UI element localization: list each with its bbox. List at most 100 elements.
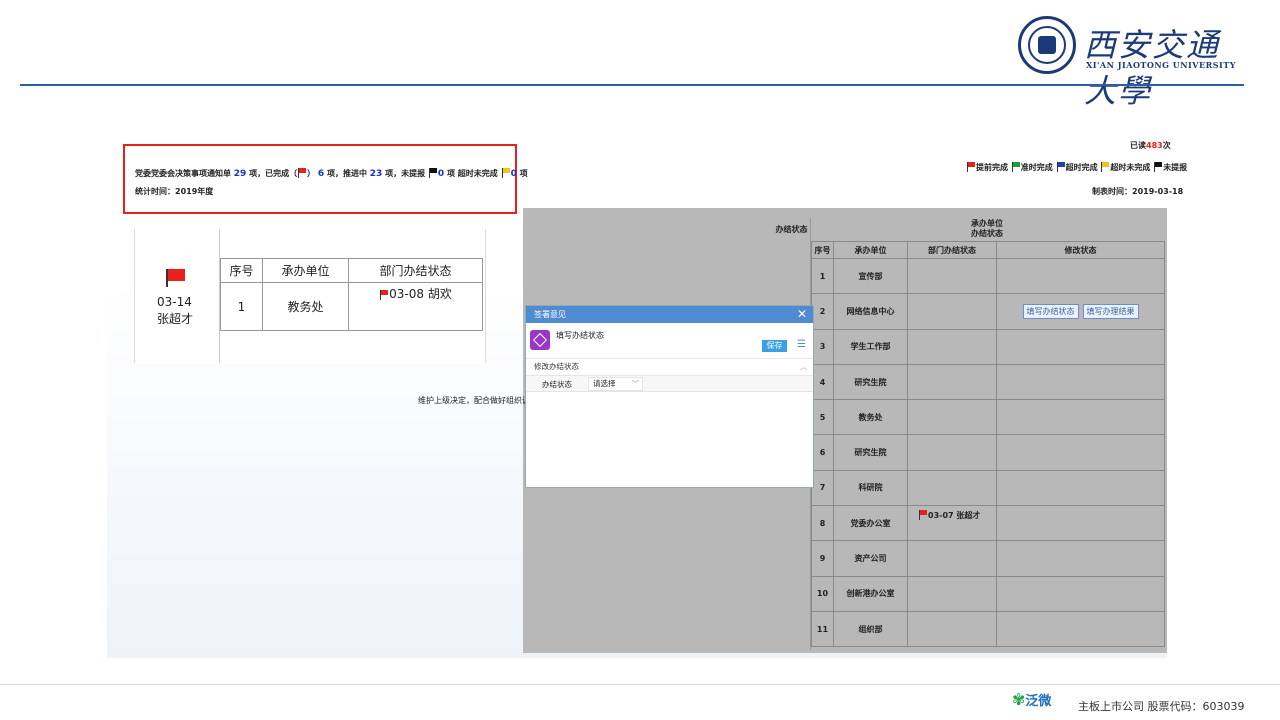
- save-button[interactable]: 保存: [762, 340, 787, 352]
- dialog-title-bar: 签署意见 ✕: [526, 306, 813, 323]
- select-value: 请选择: [593, 379, 616, 388]
- cell-unit: 组织部: [833, 610, 908, 648]
- cell-actions: [996, 575, 1165, 612]
- footer-divider: [0, 684, 1280, 685]
- cell-unit: 资产公司: [833, 540, 908, 577]
- red-flag-icon: [967, 162, 975, 172]
- cell-actions: [996, 434, 1165, 471]
- table-row: 1 教务处 03-08 胡欢: [220, 282, 483, 331]
- read-count: 已读483次: [1130, 140, 1171, 151]
- cell-status: [907, 399, 997, 436]
- cell-unit: 教务处: [833, 399, 908, 436]
- detail-date: 03-14: [157, 295, 192, 309]
- count-done[interactable]: 6: [318, 169, 324, 179]
- summary-text: ）: [307, 169, 316, 178]
- cell-actions: [996, 540, 1165, 577]
- count-unreported[interactable]: 0: [438, 169, 444, 179]
- cell-no: 10: [811, 575, 834, 612]
- cell-status: [907, 434, 997, 471]
- status-select[interactable]: 请选择 ﹀: [588, 377, 643, 391]
- cell-actions: [996, 505, 1165, 542]
- detail-table: 序号 承办单位 部门办结状态 1 教务处 03-08 胡欢: [220, 258, 483, 331]
- table-row: 2 网络信息中心 填写办结状态 填写办理结果: [811, 293, 1165, 330]
- flag-legend: 提前完成 准时完成 超时完成 超时未完成 未提报: [966, 162, 1187, 173]
- blue-flag-icon: [1056, 162, 1065, 172]
- cell-no: 8: [811, 505, 834, 542]
- footer-text: 主板上市公司 股票代码：603039: [1078, 700, 1245, 713]
- summary-text: 项: [519, 169, 528, 178]
- cell-status: 03-07 张超才: [907, 505, 997, 542]
- cell-unit: 学生工作部: [833, 328, 908, 365]
- cell-unit: 研究生院: [833, 363, 908, 401]
- detail-person: 张超才: [157, 312, 194, 326]
- column-header-state: 办结状态: [773, 218, 811, 240]
- column-header: 部门办结状态: [907, 241, 997, 259]
- column-header: 序号: [220, 258, 263, 283]
- red-flag-icon: [298, 168, 307, 178]
- header-divider: [20, 84, 1244, 86]
- cell-unit: 网络信息中心: [833, 293, 908, 330]
- summary-text: 项，推进中: [326, 169, 367, 178]
- legend-label: 未提报: [1163, 163, 1188, 172]
- list-icon[interactable]: ☰: [797, 339, 806, 350]
- fill-result-button[interactable]: 填写办理结果: [1082, 303, 1139, 319]
- column-header: 部门办结状态: [348, 258, 483, 283]
- cell-no: 1: [220, 282, 263, 331]
- cell-status: 03-08 胡欢: [348, 282, 483, 331]
- legend-label: 超时完成: [1065, 163, 1098, 172]
- cell-status: [907, 293, 997, 330]
- red-flag-icon: [165, 269, 187, 288]
- cell-no: 2: [811, 293, 834, 330]
- count-progress[interactable]: 23: [370, 169, 383, 179]
- form-section-header[interactable]: 修改办结状态 ︿: [526, 358, 813, 374]
- summary-text: 项 超时未完成: [446, 169, 498, 178]
- university-logo: 西安交通大學 XI'AN JIAOTONG UNIVERSITY: [1018, 14, 1248, 110]
- cell-no: 11: [811, 610, 834, 648]
- table-row: 8 党委办公室 03-07 张超才: [811, 505, 1165, 542]
- collapse-icon[interactable]: ︿: [800, 359, 807, 375]
- table-row: 1 宣传部: [811, 257, 1165, 295]
- form-title: 填写办结状态: [556, 331, 604, 340]
- cell-actions: [996, 469, 1165, 507]
- cell-unit: 科研院: [833, 469, 908, 507]
- made-date: 制表时间：2019-03-18: [1092, 187, 1184, 196]
- cell-no: 5: [811, 399, 834, 436]
- green-flag-icon: [1011, 162, 1020, 172]
- column-header: 修改状态: [996, 241, 1165, 259]
- legend-label: 超时未完成: [1110, 163, 1151, 172]
- header-line: 办结状态: [971, 229, 1003, 238]
- table-row: 6 研究生院: [811, 434, 1165, 471]
- red-flag-icon: [919, 510, 927, 521]
- cell-status: [907, 363, 997, 401]
- fill-status-button[interactable]: 填写办结状态: [1022, 303, 1079, 319]
- cell-actions: [996, 257, 1165, 295]
- cell-status: [907, 328, 997, 365]
- cell-no: 1: [811, 257, 834, 295]
- right-table-top-header: 承办单位 办结状态: [811, 216, 1163, 241]
- university-seal-icon: [1018, 16, 1076, 74]
- status-text: 03-07 张超才: [928, 511, 981, 521]
- cell-unit: 宣传部: [833, 257, 908, 295]
- cell-actions: [996, 363, 1165, 401]
- black-flag-icon: [428, 168, 437, 178]
- cell-status: [907, 257, 997, 295]
- table-row: 5 教务处: [811, 399, 1165, 436]
- table-row: 11 组织部: [811, 610, 1165, 648]
- status-text: 03-08 胡欢: [389, 287, 452, 301]
- form-row: 办结状态 请选择 ﹀: [526, 375, 813, 392]
- cell-actions: 填写办结状态 填写办理结果: [996, 293, 1165, 330]
- count-overdue[interactable]: 0: [511, 169, 517, 179]
- close-icon[interactable]: ✕: [797, 306, 807, 323]
- cell-status: [907, 540, 997, 577]
- brand-name: 泛微: [1025, 694, 1052, 709]
- legend-label: 准时完成: [1020, 163, 1053, 172]
- count-total[interactable]: 29: [234, 169, 247, 179]
- cell-unit: 党委办公室: [833, 505, 908, 542]
- read-prefix: 已读: [1130, 141, 1146, 150]
- column-header: 承办单位: [833, 241, 908, 259]
- summary-text: 党委党委会决策事项通知单: [135, 169, 231, 178]
- leaf-icon: ✾: [1012, 690, 1026, 709]
- cell-actions: [996, 399, 1165, 436]
- read-suffix: 次: [1162, 141, 1171, 150]
- weaver-logo: ✾泛微: [1012, 690, 1051, 709]
